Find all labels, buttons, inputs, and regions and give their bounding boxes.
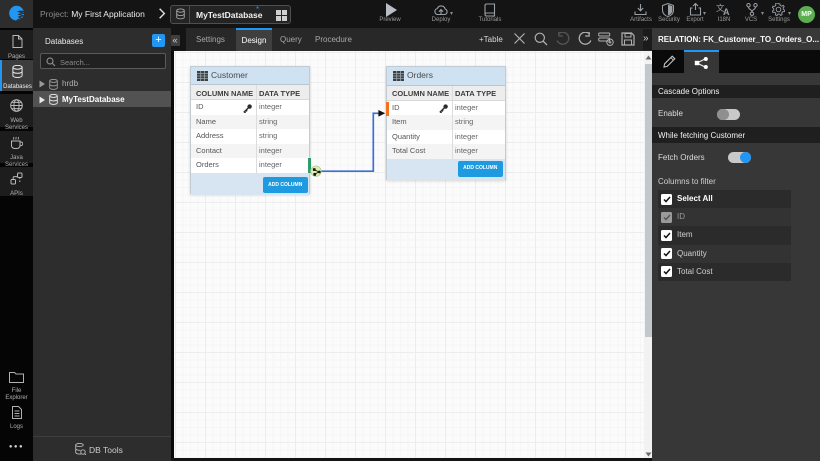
svg-text:A: A — [723, 7, 730, 16]
